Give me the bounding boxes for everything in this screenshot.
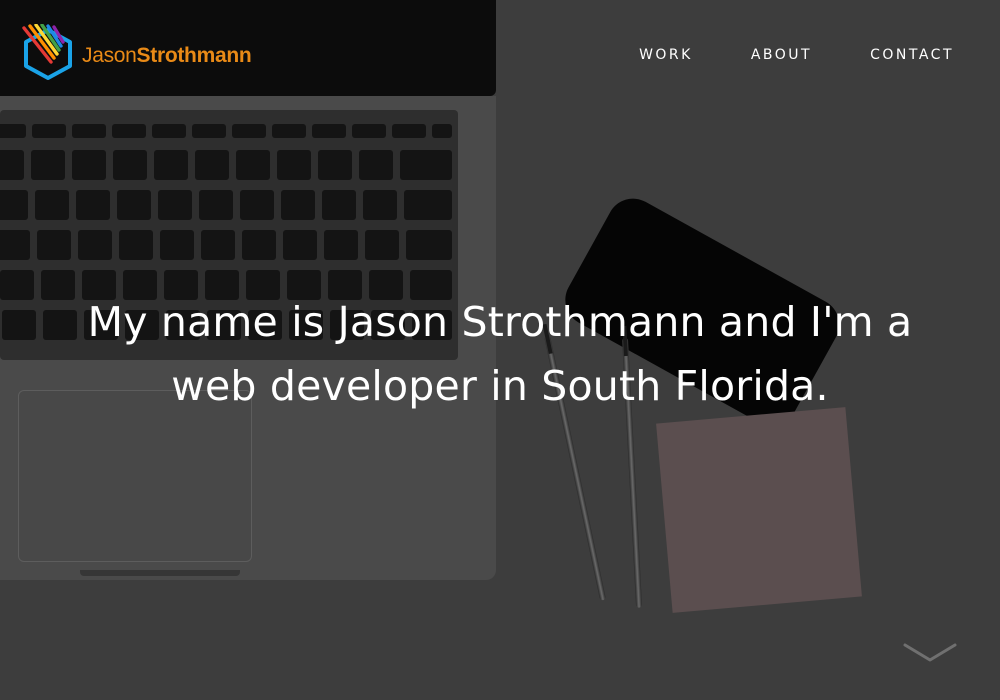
keyboard-key [242, 230, 276, 260]
site-header: JasonStrothmann WORK ABOUT CONTACT [0, 0, 1000, 110]
keyboard-key [400, 150, 452, 180]
keyboard-key [322, 190, 356, 220]
keyboard-key [0, 190, 28, 220]
hero-headline-line-1: My name is Jason Strothmann and I'm a [87, 298, 913, 346]
logo-mark-icon [22, 24, 72, 80]
keyboard-key [154, 150, 188, 180]
hero-headline-line-2: web developer in South Florida. [171, 362, 829, 410]
keyboard-key [406, 230, 452, 260]
keyboard-key [152, 124, 186, 138]
keyboard-key [158, 190, 192, 220]
keyboard-key [277, 150, 311, 180]
keyboard-key [201, 230, 235, 260]
nav-contact-link[interactable]: CONTACT [870, 47, 954, 63]
logo-text: JasonStrothmann [82, 44, 252, 68]
main-nav: WORK ABOUT CONTACT [639, 47, 954, 63]
keyboard-key [117, 190, 151, 220]
keyboard-key [0, 150, 24, 180]
keyboard-key [312, 124, 346, 138]
hero-headline: My name is Jason Strothmann and I'm a we… [40, 290, 960, 418]
keyboard-key [404, 190, 452, 220]
keyboard-key [112, 124, 146, 138]
keyboard-key [31, 150, 65, 180]
sticky-note [656, 407, 862, 613]
site-logo[interactable]: JasonStrothmann [18, 24, 252, 80]
keyboard-key [281, 190, 315, 220]
keyboard-key [78, 230, 112, 260]
keyboard-key [192, 124, 226, 138]
keyboard-key [392, 124, 426, 138]
keyboard-key [119, 230, 153, 260]
keyboard-key [0, 270, 34, 300]
keyboard-key [113, 150, 147, 180]
keyboard-key [236, 150, 270, 180]
keyboard-key [37, 230, 71, 260]
keyboard-key [195, 150, 229, 180]
keyboard-key [35, 190, 69, 220]
keyboard-key [318, 150, 352, 180]
nav-work-link[interactable]: WORK [639, 47, 693, 63]
keyboard-key [199, 190, 233, 220]
keyboard-key [432, 124, 452, 138]
keyboard-key [0, 124, 26, 138]
keyboard-key [272, 124, 306, 138]
keyboard-key [232, 124, 266, 138]
keyboard-key [365, 230, 399, 260]
keyboard-key [2, 310, 36, 340]
keyboard-key [0, 230, 30, 260]
logo-first-name: Jason [82, 44, 137, 67]
keyboard-key [76, 190, 110, 220]
keyboard-key [359, 150, 393, 180]
laptop-lip [80, 570, 240, 576]
keyboard-key [283, 230, 317, 260]
keyboard-key [352, 124, 386, 138]
nav-about-link[interactable]: ABOUT [751, 47, 812, 63]
keyboard-key [72, 124, 106, 138]
keyboard-key [324, 230, 358, 260]
keyboard-key [160, 230, 194, 260]
chevron-down-icon[interactable] [902, 638, 958, 668]
keyboard-key [32, 124, 66, 138]
keyboard-key [72, 150, 106, 180]
keyboard-key [240, 190, 274, 220]
keyboard-key [363, 190, 397, 220]
hero-section: JasonStrothmann WORK ABOUT CONTACT My na… [0, 0, 1000, 700]
logo-last-name: Strothmann [136, 44, 252, 67]
